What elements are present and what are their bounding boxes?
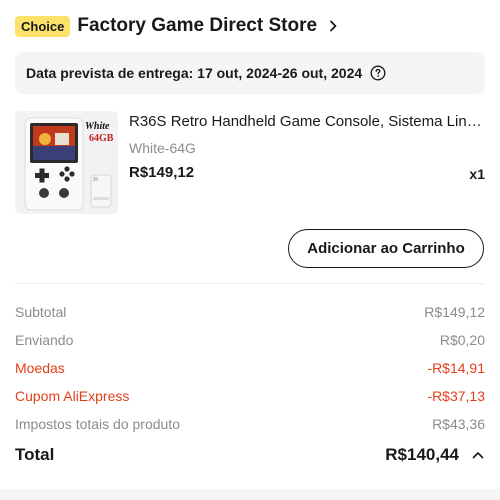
chevron-up-icon[interactable]: [471, 448, 485, 462]
image-label-color: White: [85, 121, 110, 132]
summary-row-coupon: Cupom AliExpress -R$37,13: [15, 388, 485, 404]
chevron-right-icon[interactable]: [326, 19, 340, 33]
summary-value: R$43,36: [432, 416, 485, 432]
product-variant[interactable]: White-64G: [129, 140, 196, 156]
summary-row-shipping: Enviando R$0,20: [15, 332, 485, 348]
total-value: R$140,44: [385, 445, 459, 464]
delivery-estimate: Data prevista de entrega: 17 out, 2024-2…: [26, 65, 363, 81]
summary-row-coins: Moedas -R$14,91: [15, 360, 485, 376]
summary-row-total[interactable]: Total R$140,44: [15, 445, 485, 465]
summary-label: Subtotal: [15, 304, 67, 320]
product-thumbnail: White 64GB: [15, 111, 118, 214]
summary-label: Cupom AliExpress: [15, 388, 130, 404]
total-value-wrap[interactable]: R$140,44: [385, 445, 485, 465]
image-label-storage: 64GB: [89, 133, 114, 144]
divider: [15, 283, 485, 284]
store-name[interactable]: Factory Game Direct Store: [77, 15, 317, 37]
summary-label: Moedas: [15, 360, 65, 376]
summary-label: Impostos totais do produto: [15, 416, 180, 432]
summary-value: R$0,20: [439, 332, 485, 348]
product-price: R$149,12: [129, 164, 195, 181]
add-to-cart-button[interactable]: Adicionar ao Carrinho: [288, 229, 484, 268]
summary-row-subtotal: Subtotal R$149,12: [15, 304, 485, 320]
product-quantity: x1: [469, 166, 485, 182]
help-icon[interactable]: [370, 65, 386, 81]
summary-row-taxes: Impostos totais do produto R$43,36: [15, 416, 485, 432]
bottom-strip: [0, 489, 500, 500]
total-label: Total: [15, 445, 55, 464]
choice-badge: Choice: [15, 15, 71, 37]
summary-label: Enviando: [15, 332, 74, 348]
summary-value: -R$37,13: [427, 388, 485, 404]
summary-value: -R$14,91: [427, 360, 485, 376]
delivery-banner: Data prevista de entrega: 17 out, 2024-2…: [15, 52, 485, 94]
summary-value: R$149,12: [424, 304, 485, 320]
store-header[interactable]: Choice Factory Game Direct Store: [15, 12, 340, 40]
product-title[interactable]: R36S Retro Handheld Game Console, Sistem…: [129, 113, 485, 130]
product-image[interactable]: White 64GB: [15, 111, 118, 214]
